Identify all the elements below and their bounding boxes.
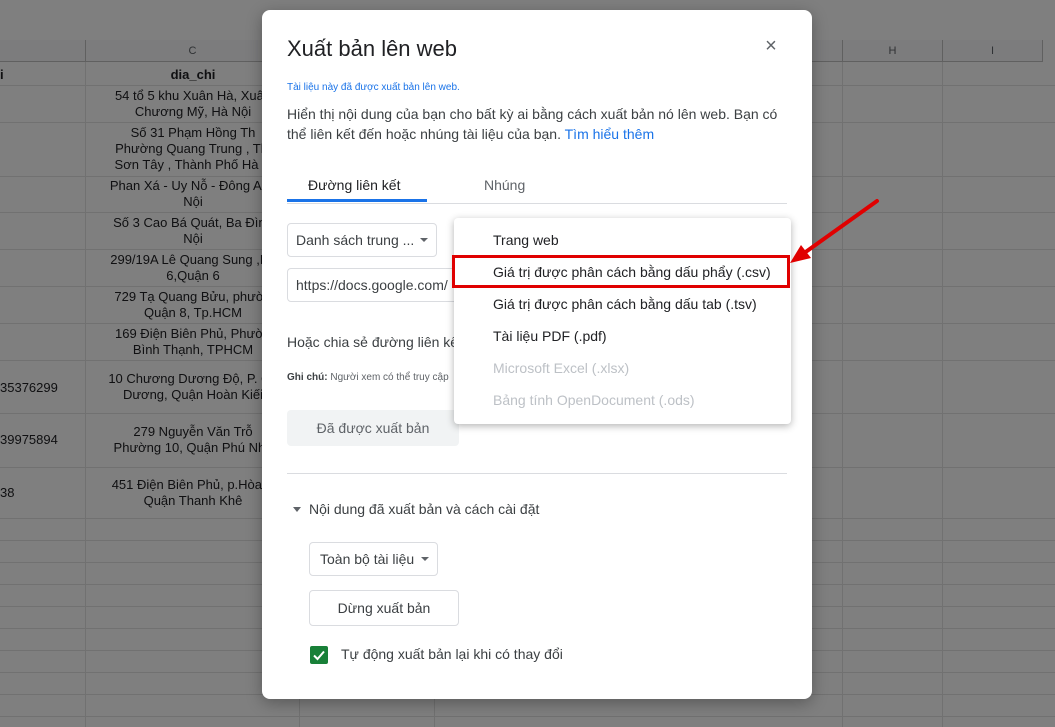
annotation-arrow-icon bbox=[790, 199, 879, 263]
